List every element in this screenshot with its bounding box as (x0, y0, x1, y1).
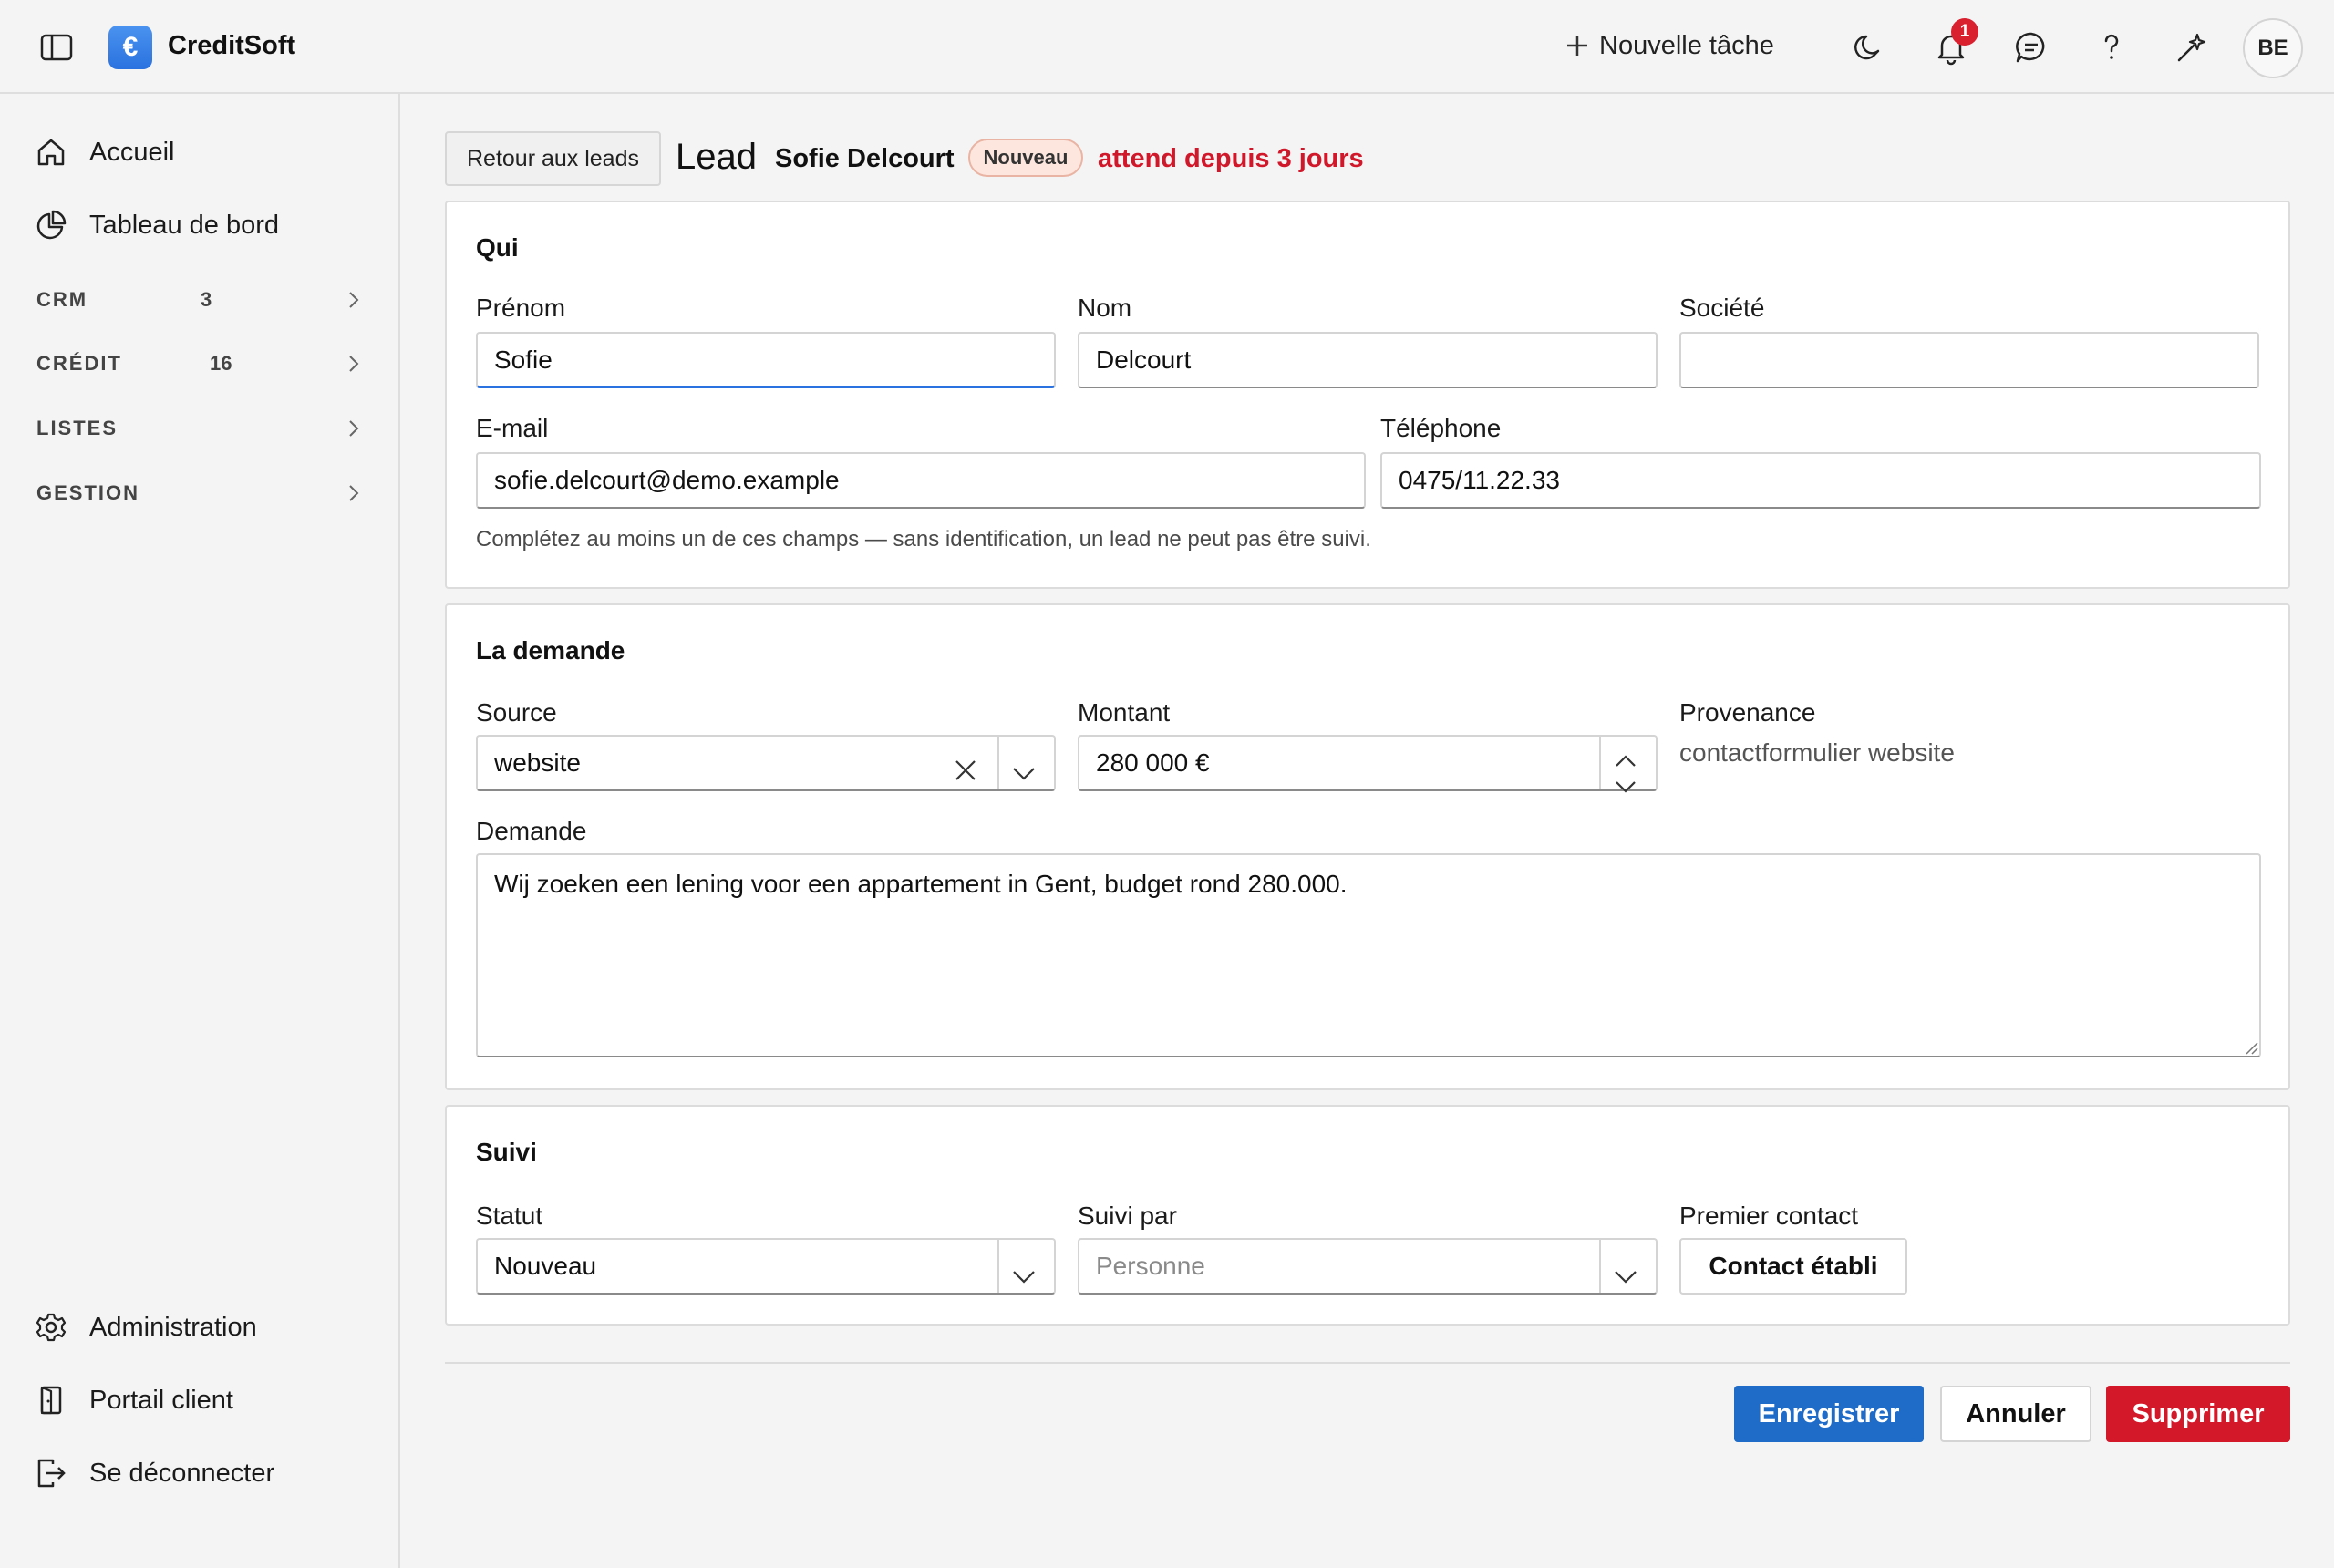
plus-icon (1565, 33, 1590, 58)
sidebar-toggle-icon[interactable] (40, 33, 73, 62)
actions-divider (445, 1362, 2290, 1364)
card-suivi: Suivi Statut Nouveau Suivi par Personne … (445, 1105, 2290, 1326)
chevron-right-icon (343, 289, 365, 311)
sidebar-item-label: Accueil (89, 137, 175, 167)
chevron-down-icon[interactable] (1612, 1254, 1639, 1307)
followed-by-select[interactable]: Personne (1078, 1238, 1658, 1295)
sidebar-item-label: Tableau de bord (89, 210, 279, 240)
help-icon[interactable] (2093, 29, 2130, 66)
first-name-field[interactable]: Sofie (476, 332, 1056, 388)
contact-established-button[interactable]: Contact établi (1679, 1238, 1907, 1295)
email-label: E-mail (476, 414, 549, 442)
origin-label: Provenance (1679, 698, 1816, 727)
last-name-field[interactable]: Delcourt (1078, 332, 1658, 388)
source-select[interactable]: website (476, 735, 1056, 791)
back-to-leads-button[interactable]: Retour aux leads (445, 131, 661, 186)
section-count: 16 (210, 352, 232, 375)
first-contact-label: Premier contact (1679, 1202, 1859, 1230)
stepper-divider (1599, 737, 1601, 789)
company-label: Société (1679, 294, 1765, 322)
save-button[interactable]: Enregistrer (1734, 1386, 1924, 1442)
last-name-label: Nom (1078, 294, 1132, 322)
sidebar-section-credit[interactable]: CRÉDIT 16 (36, 346, 365, 382)
chat-icon[interactable] (2013, 29, 2050, 66)
page-title: Lead (676, 137, 757, 177)
delete-button[interactable]: Supprimer (2106, 1386, 2290, 1442)
cancel-button[interactable]: Annuler (1940, 1386, 2091, 1442)
card-demande: La demande Source website Montant 280 00… (445, 603, 2290, 1090)
card-qui: Qui Prénom Sofie Nom Delcourt Société E-… (445, 201, 2290, 589)
pie-chart-icon (35, 209, 67, 242)
company-field[interactable] (1679, 332, 2259, 388)
phone-field[interactable]: 0475/11.22.33 (1380, 452, 2261, 509)
origin-value: contactformulier website (1679, 738, 1955, 767)
sidebar-section-gestion[interactable]: GESTION (36, 475, 365, 511)
card-title: La demande (476, 636, 625, 665)
section-label: GESTION (36, 481, 140, 504)
select-divider (997, 1240, 999, 1293)
source-value: website (494, 748, 581, 777)
sidebar-item-portail-client[interactable]: Portail client (35, 1380, 233, 1420)
status-select[interactable]: Nouveau (476, 1238, 1056, 1295)
status-label: Statut (476, 1202, 543, 1230)
door-icon (35, 1384, 67, 1417)
sidebar: Accueil Tableau de bord CRM 3 CRÉDIT 16 … (0, 94, 400, 1568)
section-label: CRÉDIT (36, 352, 122, 375)
sidebar-item-label: Se déconnecter (89, 1458, 275, 1488)
phone-label: Téléphone (1380, 414, 1502, 442)
notification-badge: 1 (1951, 18, 1978, 46)
section-label: LISTES (36, 417, 119, 439)
card-title: Qui (476, 233, 519, 262)
sidebar-item-tableau-de-bord[interactable]: Tableau de bord (35, 205, 279, 245)
section-count: 3 (201, 288, 212, 311)
amount-field[interactable]: 280 000 € (1078, 735, 1658, 793)
chevron-down-icon[interactable] (1612, 764, 1639, 817)
select-divider (997, 737, 999, 789)
sidebar-item-accueil[interactable]: Accueil (35, 132, 175, 172)
chevron-right-icon (343, 482, 365, 504)
chevron-down-icon[interactable] (1010, 751, 1038, 804)
sidebar-section-listes[interactable]: LISTES (36, 410, 365, 447)
request-textarea[interactable]: Wij zoeken een lening voor een apparteme… (476, 853, 2261, 1057)
email-field[interactable]: sofie.delcourt@demo.example (476, 452, 1366, 509)
waiting-notice: attend depuis 3 jours (1098, 144, 1364, 173)
amount-value: 280 000 € (1096, 748, 1210, 777)
app-logo: € (108, 26, 152, 69)
first-name-label: Prénom (476, 294, 566, 322)
app-title: CreditSoft (168, 31, 296, 60)
sidebar-item-administration[interactable]: Administration (35, 1307, 257, 1347)
request-label: Demande (476, 817, 587, 845)
clear-icon[interactable] (952, 749, 979, 802)
new-task-button[interactable]: Nouvelle tâche (1565, 26, 1774, 66)
followed-by-label: Suivi par (1078, 1202, 1177, 1230)
logout-icon (35, 1457, 67, 1490)
identification-hint: Complétez au moins un de ces champs — sa… (476, 527, 1371, 552)
sparkle-icon[interactable] (2174, 29, 2210, 66)
moon-icon[interactable] (1851, 29, 1887, 66)
chevron-right-icon (343, 418, 365, 439)
sidebar-item-label: Administration (89, 1312, 257, 1342)
status-value: Nouveau (494, 1252, 597, 1280)
top-bar: € CreditSoft Nouvelle tâche 1 BE (0, 0, 2334, 94)
new-task-label: Nouvelle tâche (1599, 30, 1774, 60)
followed-by-placeholder: Personne (1096, 1252, 1205, 1280)
gear-icon (35, 1311, 67, 1344)
home-icon (35, 136, 67, 169)
amount-label: Montant (1078, 698, 1171, 727)
source-label: Source (476, 698, 557, 727)
sidebar-item-label: Portail client (89, 1385, 233, 1415)
chevron-down-icon[interactable] (1010, 1254, 1038, 1307)
status-badge: Nouveau (968, 139, 1083, 177)
sidebar-section-crm[interactable]: CRM 3 (36, 282, 365, 318)
resize-handle-icon[interactable] (2245, 1041, 2259, 1060)
user-avatar[interactable]: BE (2243, 18, 2303, 78)
lead-name: Sofie Delcourt (775, 144, 955, 173)
card-title: Suivi (476, 1138, 537, 1166)
select-divider (1599, 1240, 1601, 1293)
sidebar-item-se-deconnecter[interactable]: Se déconnecter (35, 1453, 274, 1493)
chevron-right-icon (343, 353, 365, 375)
section-label: CRM (36, 288, 88, 311)
